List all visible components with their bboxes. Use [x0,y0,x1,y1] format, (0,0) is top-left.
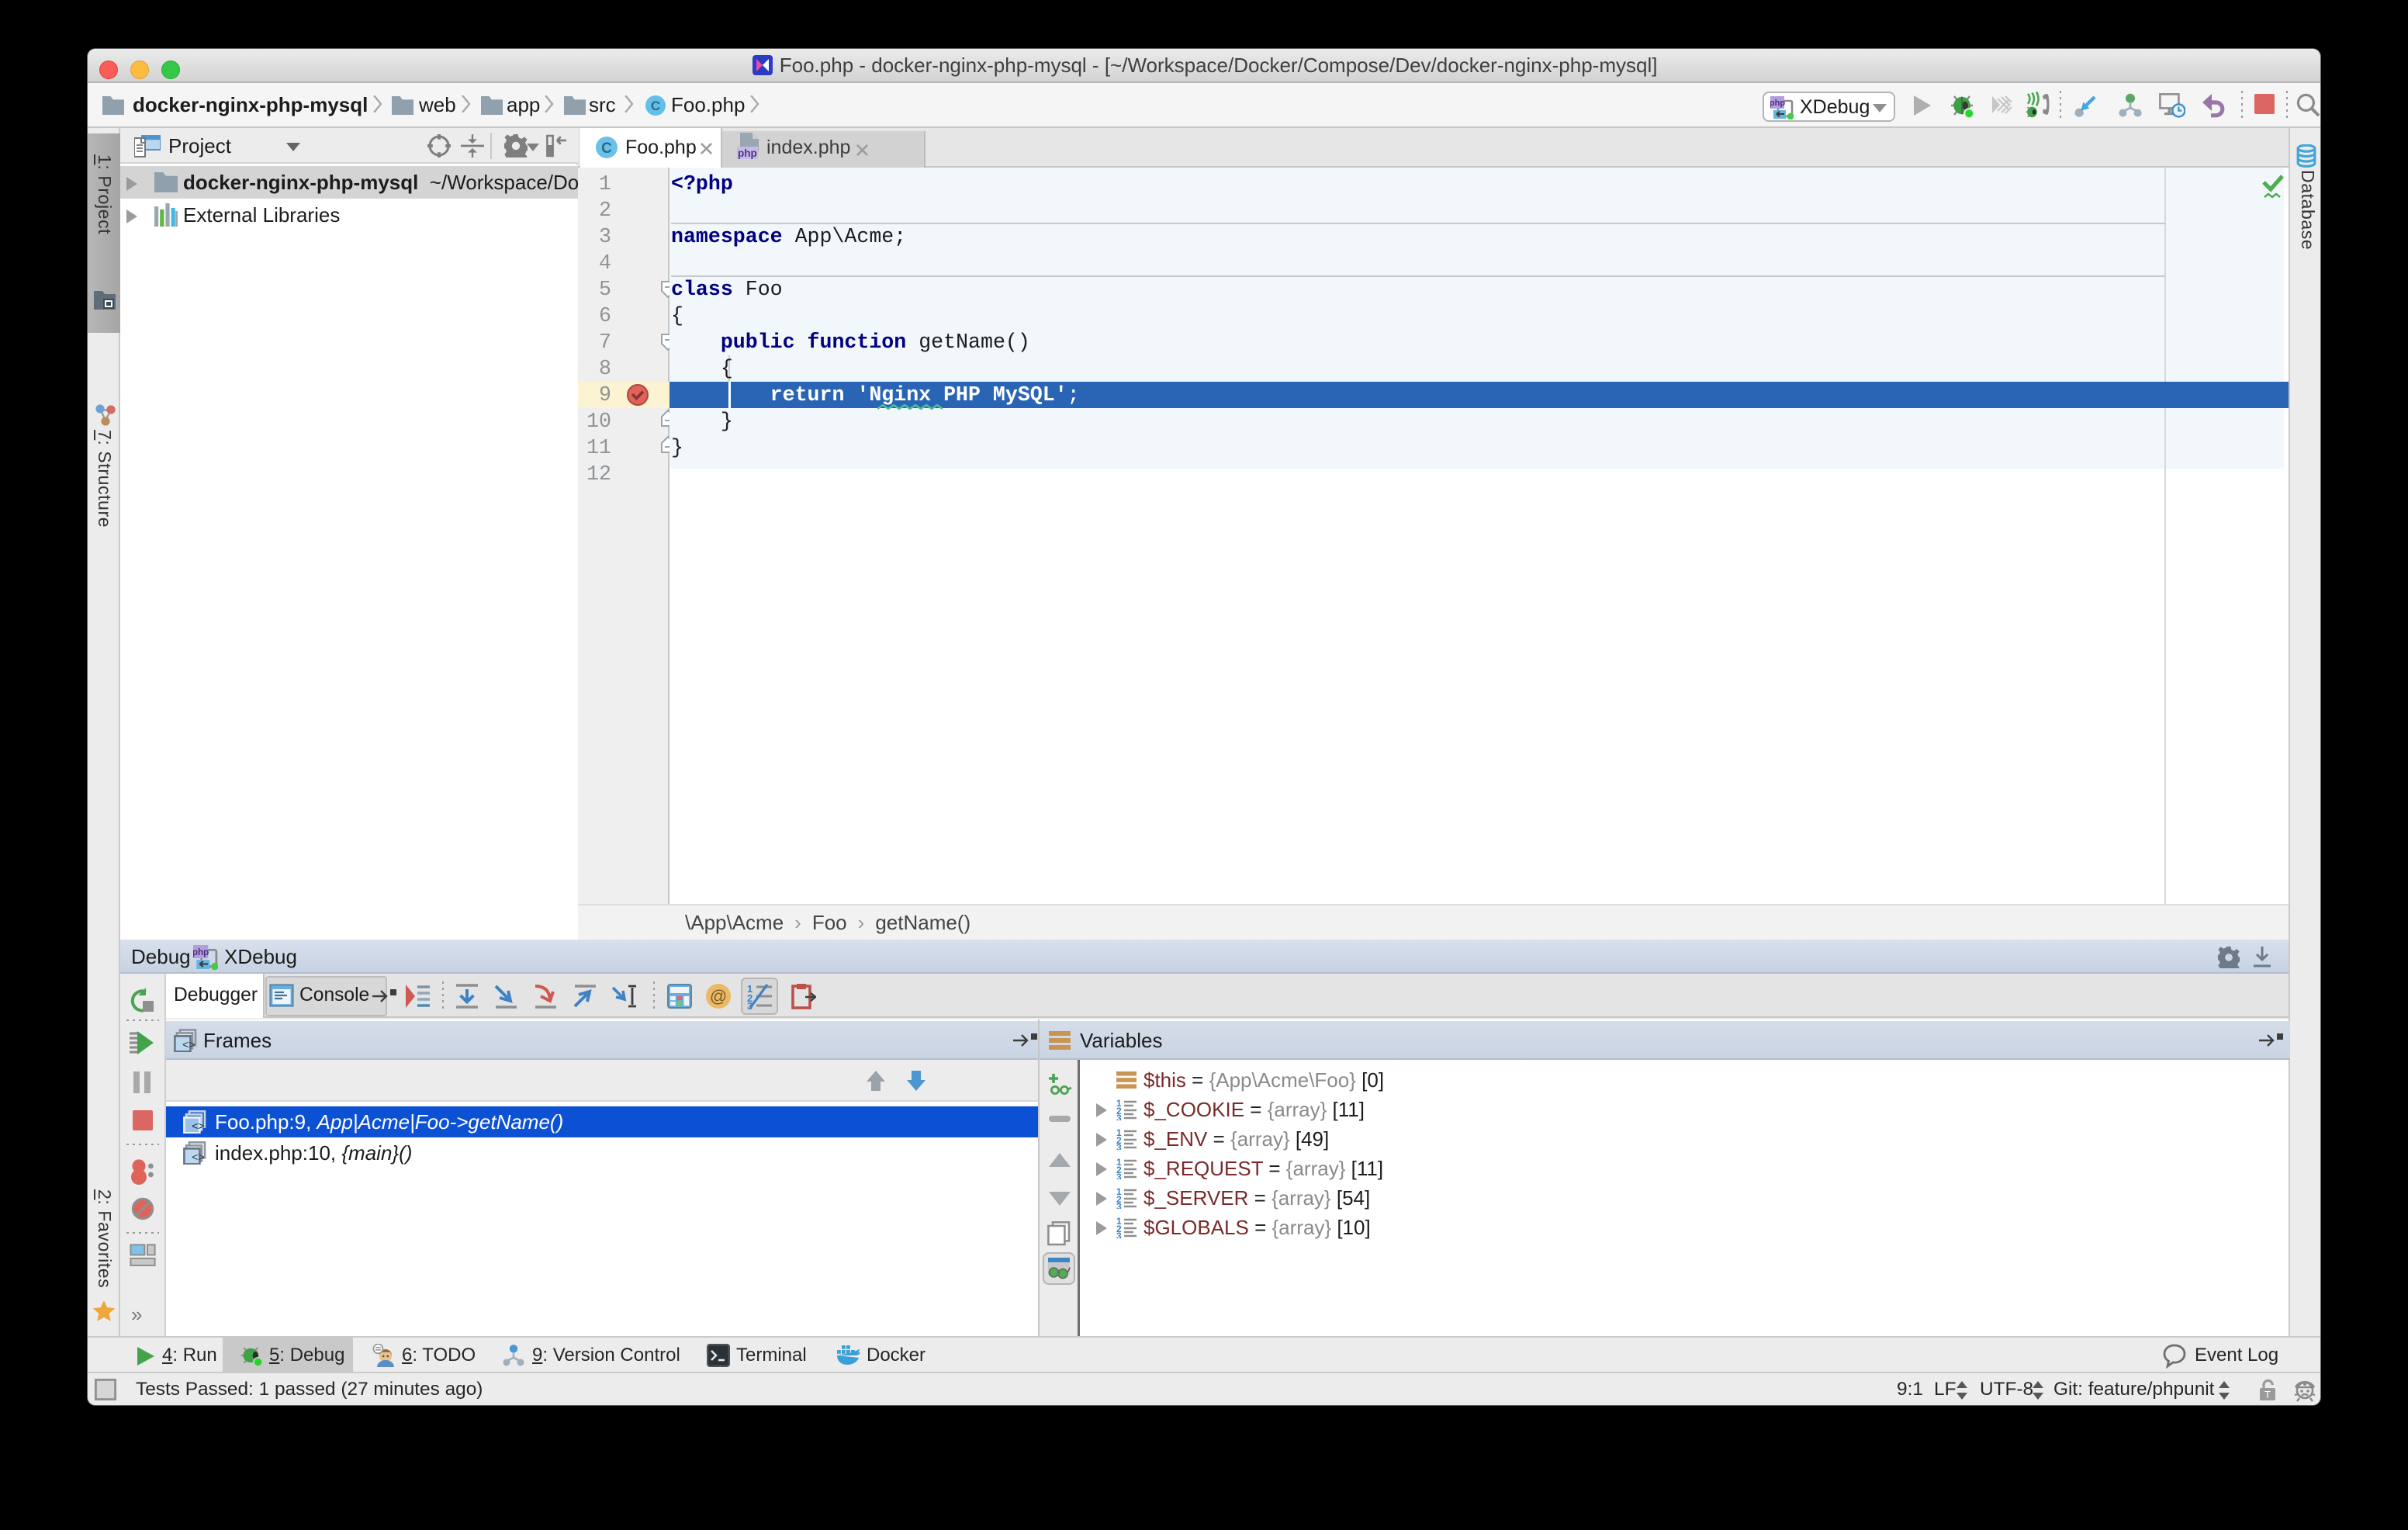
svg-text:php: php [193,947,209,957]
svg-text:php: php [738,147,757,159]
svg-text:3: 3 [1116,1113,1122,1120]
svg-text:T: T [2264,1389,2271,1400]
svg-text:@: @ [710,986,727,1006]
svg-text:3: 3 [1116,1201,1122,1209]
svg-text:php: php [1770,99,1785,108]
svg-text:<>: <> [182,1040,195,1052]
svg-text:C: C [601,140,612,157]
svg-text:3: 3 [1116,1231,1122,1238]
svg-text:<>: <> [192,1152,205,1165]
svg-text:C: C [651,99,660,113]
svg-text:<>: <> [192,1121,205,1134]
svg-text:3: 3 [1116,1142,1122,1150]
svg-text:3: 3 [1116,1172,1122,1179]
